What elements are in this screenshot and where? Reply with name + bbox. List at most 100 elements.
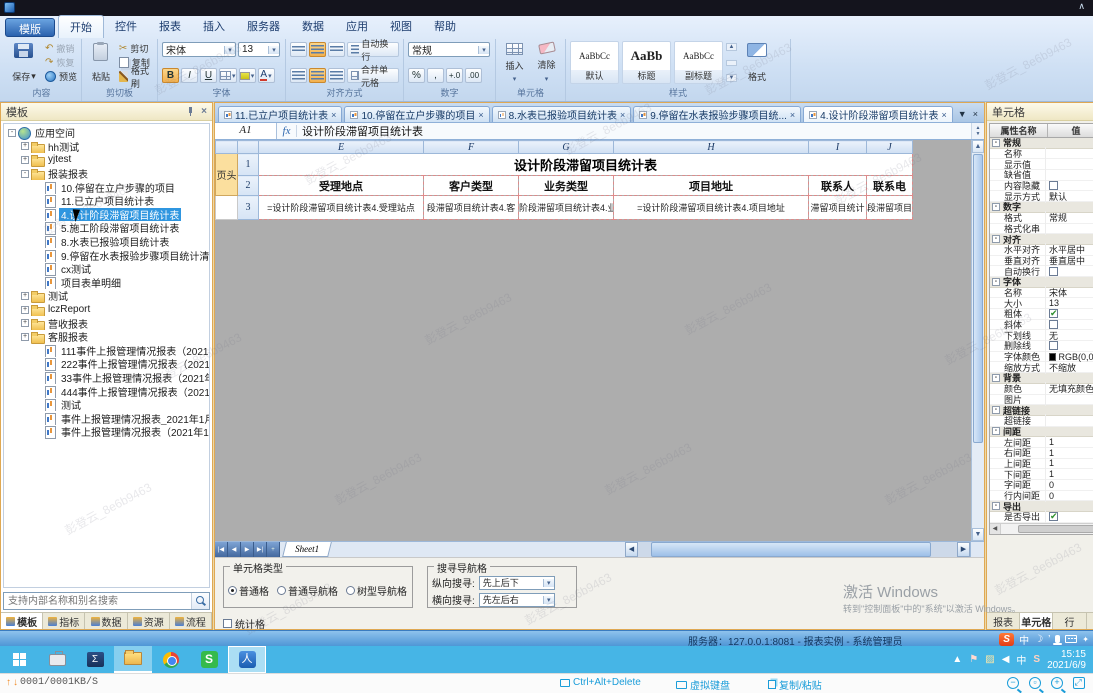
style-card[interactable]: AaBbCc 默认 bbox=[570, 41, 619, 84]
formula-bar-expand[interactable]: ▲▼ bbox=[971, 123, 984, 139]
tree-expander-icon[interactable]: + bbox=[21, 292, 29, 300]
search-input[interactable] bbox=[4, 593, 191, 609]
scroll-box-icon[interactable] bbox=[726, 60, 737, 66]
sheet-cell[interactable]: 联系人 bbox=[809, 176, 867, 196]
right-panel-tab[interactable]: 列 bbox=[1087, 613, 1093, 629]
tree-item[interactable]: 9.停留在水表报验步骤项目统计清单 bbox=[4, 248, 209, 262]
tree-item[interactable]: + hh测试 bbox=[4, 140, 209, 154]
property-value[interactable]: 垂直居中 bbox=[1046, 254, 1093, 267]
sheet-cell[interactable]: 联系电 bbox=[867, 176, 913, 196]
taskbar-tools-app[interactable] bbox=[38, 646, 76, 673]
checkbox-icon[interactable] bbox=[1049, 341, 1058, 350]
checkbox-icon[interactable] bbox=[1049, 512, 1058, 521]
row-number[interactable]: 1 bbox=[238, 154, 259, 176]
column-header[interactable]: J bbox=[867, 141, 913, 154]
document-tab[interactable]: 9.停留在水表报验步骤项目统... × bbox=[633, 106, 801, 122]
cell-reference-box[interactable]: A1 bbox=[215, 123, 277, 139]
align-top-button[interactable] bbox=[290, 42, 307, 57]
tree-expander-icon[interactable]: + bbox=[21, 156, 29, 164]
ribbon-tab[interactable]: 开始 bbox=[58, 15, 104, 38]
property-value[interactable]: 无 bbox=[1046, 329, 1093, 342]
property-value[interactable] bbox=[1046, 181, 1093, 190]
virtual-keyboard-button[interactable]: 虚拟键盘 bbox=[676, 677, 730, 692]
left-panel-tab[interactable]: 指标 bbox=[43, 613, 85, 629]
tab-list-icon[interactable]: ▼ bbox=[958, 109, 967, 119]
font-color-button[interactable]: A▾ bbox=[258, 68, 275, 83]
sheet-cell[interactable]: 阶段滞留项目统计表4.业 bbox=[519, 196, 614, 220]
left-panel-tab[interactable]: 流程 bbox=[170, 613, 212, 629]
bold-button[interactable]: B bbox=[162, 68, 179, 83]
chinese-mode-icon[interactable]: 中 bbox=[1019, 632, 1029, 647]
fullscreen-icon[interactable] bbox=[1073, 677, 1085, 689]
ribbon-tab[interactable]: 报表 bbox=[148, 15, 192, 38]
sheet-cell[interactable]: 滞留项目统计 bbox=[809, 196, 867, 220]
fill-color-button[interactable]: ▾ bbox=[239, 68, 256, 83]
comma-button[interactable]: , bbox=[427, 68, 444, 83]
toolbox-icon[interactable]: ✦ bbox=[1082, 635, 1089, 644]
sheet-cell[interactable]: 业务类型 bbox=[519, 176, 614, 196]
corner-row-header[interactable] bbox=[238, 141, 259, 154]
tree-item[interactable]: 10.停留在立户步骤的项目 bbox=[4, 180, 209, 194]
ime-language-icon[interactable]: 中 bbox=[1016, 652, 1026, 667]
pin-icon[interactable] bbox=[186, 107, 195, 116]
ribbon-tab[interactable]: 服务器 bbox=[236, 15, 291, 38]
punctuation-icon[interactable]: ’ bbox=[1048, 634, 1050, 645]
stats-cell-checkbox[interactable]: 统计格 bbox=[223, 616, 265, 631]
ribbon-tab[interactable]: 视图 bbox=[379, 15, 423, 38]
align-left-button[interactable] bbox=[290, 68, 307, 83]
column-header[interactable]: E bbox=[259, 141, 424, 154]
zoom-reset-icon[interactable]: ▫ bbox=[1029, 677, 1041, 689]
collapse-section-icon[interactable]: - bbox=[992, 427, 1000, 435]
sheet-cell[interactable]: =设计阶段滞留项目统计表4.项目地址 bbox=[614, 196, 809, 220]
zoom-in-icon[interactable]: + bbox=[1051, 677, 1063, 689]
search-icon[interactable] bbox=[191, 593, 209, 609]
row-number[interactable]: 3 bbox=[238, 196, 259, 220]
page-header-band[interactable]: 页头 bbox=[216, 154, 238, 196]
property-value[interactable]: 0 bbox=[1046, 491, 1093, 501]
collapse-section-icon[interactable]: - bbox=[992, 139, 1000, 147]
property-value[interactable] bbox=[1046, 512, 1093, 521]
property-value[interactable]: 不缩放 bbox=[1046, 361, 1093, 374]
chevron-down-icon[interactable]: ▾ bbox=[543, 596, 554, 604]
tree-item[interactable]: - 应用空间 bbox=[4, 126, 209, 140]
tree-item[interactable]: 222事件上报管理情况报表（2021年1月）1 bbox=[4, 357, 209, 371]
tree-item[interactable]: 事件上报管理情况报表（2021年1月） bbox=[4, 425, 209, 439]
taskbar-sogou-app[interactable]: S bbox=[190, 646, 228, 673]
right-panel-tab[interactable]: 单元格 bbox=[1020, 613, 1053, 629]
insert-cells-button[interactable]: 插入 ▾ bbox=[500, 41, 529, 84]
col-header-property[interactable]: 属性名称 bbox=[990, 124, 1048, 137]
taskbar-chrome-app[interactable] bbox=[152, 646, 190, 673]
property-value[interactable]: 无填充颜色 bbox=[1046, 382, 1093, 395]
mic-icon[interactable] bbox=[1055, 635, 1060, 643]
style-card[interactable]: AaBb 标题 bbox=[622, 41, 671, 84]
tree-item[interactable]: + 营收报表 bbox=[4, 316, 209, 330]
tree-item[interactable]: 事件上报管理情况报表_2021年1月 bbox=[4, 411, 209, 425]
tray-expand-icon[interactable]: ▲ bbox=[952, 654, 962, 665]
property-value[interactable]: 常规 bbox=[1046, 211, 1093, 224]
redo-button[interactable]: ↷恢复 bbox=[45, 56, 77, 69]
cell-type-radio[interactable]: 普通导航格 bbox=[277, 583, 338, 598]
left-panel-tab[interactable]: 资源 bbox=[128, 613, 170, 629]
tree-item[interactable]: 111事件上报管理情况报表（2021年1月） bbox=[4, 344, 209, 358]
decrease-decimal-button[interactable]: .00 bbox=[465, 68, 482, 83]
ribbon-tab[interactable]: 应用 bbox=[335, 15, 379, 38]
font-name-select[interactable]: 宋体▾ bbox=[162, 42, 236, 57]
tree-item[interactable]: 33事件上报管理情况报表（2021年1月） bbox=[4, 371, 209, 385]
checkbox-icon[interactable] bbox=[1049, 267, 1058, 276]
fullwidth-icon[interactable]: ☽ bbox=[1034, 634, 1043, 645]
sheet-cell[interactable]: 项目地址 bbox=[614, 176, 809, 196]
sheet-cell[interactable]: 客户类型 bbox=[424, 176, 519, 196]
last-sheet-icon[interactable]: ▶| bbox=[254, 542, 267, 557]
sheet-cell[interactable]: 段滞留项目统 bbox=[867, 196, 913, 220]
row-number[interactable]: 2 bbox=[238, 176, 259, 196]
column-header[interactable]: H bbox=[614, 141, 809, 154]
merge-cells-button[interactable]: 合并单元格 bbox=[347, 68, 399, 83]
taskbar-shell-app[interactable]: Σ bbox=[76, 646, 114, 673]
start-button[interactable] bbox=[0, 646, 38, 673]
file-menu-button[interactable]: 模版 bbox=[5, 18, 55, 37]
italic-button[interactable]: I bbox=[181, 68, 198, 83]
paste-button[interactable]: 粘贴 bbox=[86, 41, 116, 84]
action-center-flag-icon[interactable]: ⚑ bbox=[969, 654, 978, 665]
collapse-section-icon[interactable]: - bbox=[992, 278, 1000, 286]
add-sheet-icon[interactable]: + bbox=[267, 542, 280, 557]
